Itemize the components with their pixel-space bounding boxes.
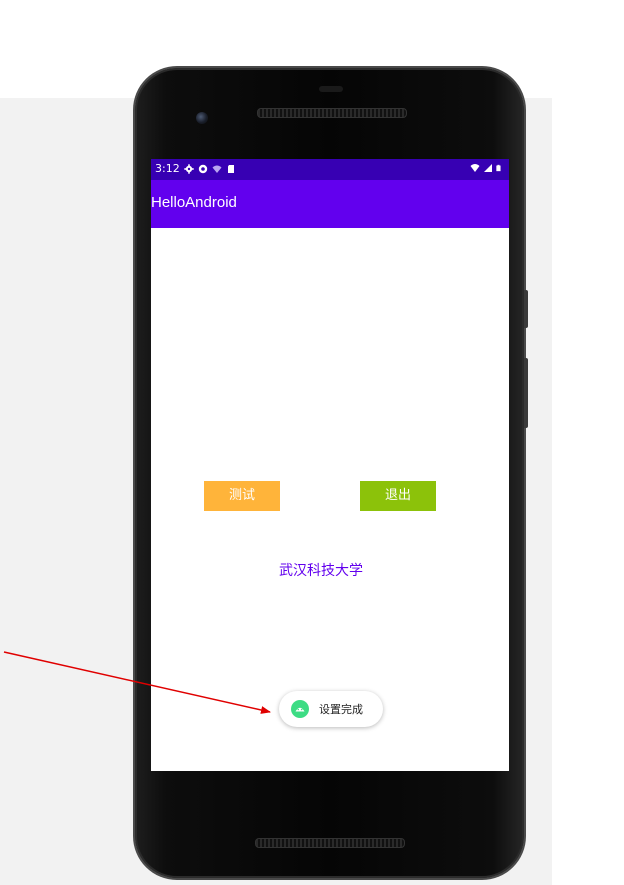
toast-text: 设置完成 <box>319 703 363 716</box>
sd-card-icon <box>227 165 234 173</box>
volume-button[interactable] <box>524 358 528 428</box>
app-bar: HelloAndroid <box>151 180 509 228</box>
toast-message: 设置完成 <box>279 691 383 727</box>
gear-icon <box>184 164 194 174</box>
signal-icon <box>484 164 492 172</box>
android-icon <box>291 700 309 718</box>
wifi-off-icon <box>212 165 222 173</box>
status-bar: 3:12 <box>151 159 509 180</box>
page: 3:12 HelloAndroid 测试 退出 武汉科技大学 设置完成 <box>0 0 624 885</box>
test-button[interactable]: 测试 <box>204 481 280 511</box>
status-bar-right <box>470 163 503 173</box>
proximity-sensor <box>319 86 343 92</box>
phone-screen: 3:12 HelloAndroid 测试 退出 武汉科技大学 设置完成 <box>151 159 509 771</box>
app-title: HelloAndroid <box>151 194 237 211</box>
earpiece-speaker <box>257 108 407 118</box>
battery-icon <box>496 164 501 172</box>
bottom-speaker <box>255 838 405 848</box>
university-text: 武汉科技大学 <box>279 563 363 579</box>
power-button[interactable] <box>524 290 528 328</box>
wifi-icon <box>470 164 480 172</box>
exit-button[interactable]: 退出 <box>360 481 436 511</box>
status-time: 3:12 <box>155 162 180 175</box>
shield-icon <box>198 164 207 174</box>
phone-frame: 3:12 HelloAndroid 测试 退出 武汉科技大学 设置完成 <box>135 68 528 878</box>
front-camera-icon <box>196 112 208 124</box>
status-bar-left: 3:12 <box>155 162 236 176</box>
